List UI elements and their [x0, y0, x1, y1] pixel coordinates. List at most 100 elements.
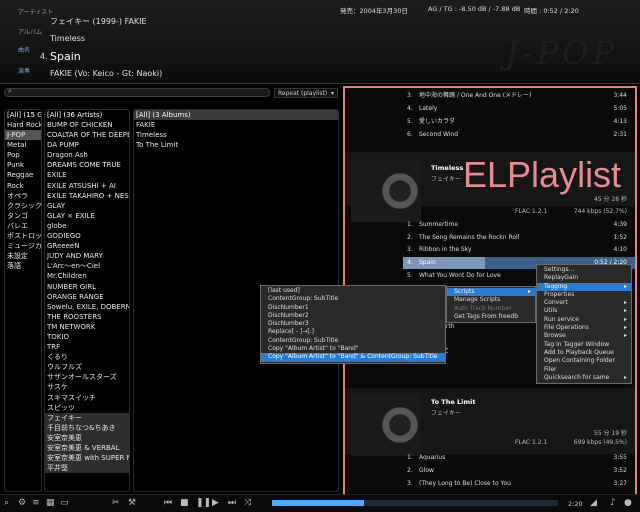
- list-item[interactable]: ORANGE RANGE: [45, 292, 129, 302]
- mute-icon[interactable]: ●: [624, 498, 632, 508]
- list-item[interactable]: DREAMS COME TRUE: [45, 160, 129, 170]
- context-menu[interactable]: Settings... ReplayGain Tagging ▸ Properties C…: [536, 264, 632, 385]
- menu-item-replaygain[interactable]: ReplayGain: [537, 274, 631, 282]
- menu-item-settings-[interactable]: Settings...: [537, 266, 631, 274]
- menu-item-script[interactable]: DiscNumber1: [261, 304, 445, 312]
- volume-icon[interactable]: ◢: [590, 498, 597, 508]
- list-item[interactable]: GODIEGO: [45, 231, 129, 241]
- window-icon[interactable]: ▦: [46, 498, 55, 508]
- playlist-row[interactable]: 3. Ribbon in the Sky 4:10: [345, 244, 635, 256]
- speaker-icon[interactable]: ♪: [610, 498, 616, 508]
- play-icon[interactable]: ▶: [212, 498, 219, 508]
- menu-item-script[interactable]: DiscNumber3: [261, 320, 445, 328]
- list-item[interactable]: GLAY: [45, 201, 129, 211]
- menu-item-tag-in-tagger-window[interactable]: Tag in Tagger Window: [537, 341, 631, 349]
- search-input[interactable]: ⌕: [4, 87, 270, 97]
- list-item[interactable]: EXILE TAKAHIRO + NESMITH: [45, 191, 129, 201]
- list-item[interactable]: Hard Rock: [5, 120, 41, 130]
- list-item[interactable]: J-POP: [5, 130, 41, 141]
- list-item[interactable]: 落語: [5, 261, 41, 271]
- menu-item-script[interactable]: ContentGroup: SubTitle: [261, 337, 445, 345]
- list-item[interactable]: スキマスイッチ: [45, 393, 129, 403]
- list-item[interactable]: Metal: [5, 140, 41, 150]
- menu-item-manage-scripts[interactable]: Manage Scripts: [447, 296, 535, 304]
- pause-icon[interactable]: ❚❚: [196, 498, 211, 508]
- list-item[interactable]: 安室奈美恵 & VERBAL: [45, 443, 129, 454]
- list-item[interactable]: TM NETWORK: [45, 322, 129, 332]
- list-item[interactable]: クラシック: [5, 201, 41, 211]
- menu-item-script[interactable]: Copy "Album Artist" to "Band" & ContentG…: [261, 353, 445, 362]
- repeat-mode-select[interactable]: Repeat (playlist) ▾: [274, 88, 338, 98]
- tools-icon[interactable]: ✂: [112, 498, 120, 508]
- list-item[interactable]: globe: [45, 221, 129, 231]
- list-item[interactable]: L'Arc〜en〜Ciel: [45, 261, 129, 271]
- list-item[interactable]: GReeeeN: [45, 241, 129, 251]
- menu-item-filer[interactable]: Filer: [537, 366, 631, 374]
- playlist-row[interactable]: 2. The Song Remains the Rockn Roll 1:52: [345, 232, 635, 244]
- tagging-submenu[interactable]: Scripts ▸ Manage Scripts Auto Track Numbe…: [446, 286, 536, 324]
- settings-icon[interactable]: ⚙: [18, 498, 26, 508]
- menu-item-freedb[interactable]: Get Tags From freedb: [447, 313, 535, 321]
- list-item[interactable]: Sowelu, EXILE, DOBERMAN: [45, 302, 129, 312]
- list-item[interactable]: NUMBER GIRL: [45, 282, 129, 292]
- playlist-row[interactable]: 1. Summertime 4:39: [345, 219, 635, 231]
- list-item[interactable]: EXILE ATSUSHI + AI: [45, 181, 129, 191]
- scripts-submenu[interactable]: [last used] ContentGroup: SubTitle DiscNum…: [260, 285, 446, 364]
- list-item[interactable]: 未設定: [5, 251, 41, 261]
- menu-item-scripts[interactable]: Scripts ▸: [447, 288, 535, 297]
- list-item[interactable]: サスケ: [45, 382, 129, 392]
- menu-item-tagging[interactable]: Tagging ▸: [537, 282, 631, 291]
- list-item[interactable]: スピッツ: [45, 403, 129, 413]
- options-icon[interactable]: ⚒: [128, 498, 136, 508]
- playlist-row[interactable]: 2. Glow 3:52: [345, 465, 635, 477]
- folder-icon[interactable]: ▭: [60, 498, 69, 508]
- list-item[interactable]: JUDY AND MARY: [45, 251, 129, 261]
- list-item[interactable]: ミュージカル: [5, 241, 41, 251]
- menu-item-open-containing-folder[interactable]: Open Containing Folder: [537, 357, 631, 365]
- list-item[interactable]: 千目前ちなつ&ちあき: [45, 422, 129, 433]
- stop-icon[interactable]: ■: [180, 498, 189, 508]
- playlist-row[interactable]: 4. Lately 5:05: [345, 103, 635, 115]
- playlist-row[interactable]: 5. 愛しいカラダ 4:13: [345, 116, 635, 128]
- list-item[interactable]: ポストロック: [5, 231, 41, 241]
- menu-item-utils[interactable]: Utils ▸: [537, 307, 631, 315]
- list-item[interactable]: TOKIO: [45, 332, 129, 342]
- seek-bar[interactable]: [272, 500, 558, 506]
- list-item[interactable]: GLAY × EXILE: [45, 211, 129, 221]
- menu-item-quicksearch-for-same[interactable]: Quicksearch for same ▸: [537, 374, 631, 382]
- list-item[interactable]: Punk: [5, 160, 41, 170]
- list-item[interactable]: Reggae: [5, 170, 41, 180]
- genre-all[interactable]: [All] (15 Genres): [5, 110, 41, 120]
- list-item[interactable]: 安室奈美恵 with SUPER MONKEY'S: [45, 453, 129, 464]
- list-item[interactable]: To The Limit: [134, 140, 338, 150]
- list-item[interactable]: Pop: [5, 150, 41, 160]
- menu-item-browse[interactable]: Browse ▸: [537, 332, 631, 340]
- menu-item-add-to-playback-queue[interactable]: Add to Playback Queue: [537, 349, 631, 357]
- menu-item-script[interactable]: [last used]: [261, 287, 445, 295]
- artist-all[interactable]: [All] (36 Artists): [45, 110, 129, 120]
- list-item[interactable]: 安室奈美恵: [45, 432, 129, 443]
- list-item[interactable]: Mr.Children: [45, 271, 129, 281]
- list-item[interactable]: くるり: [45, 352, 129, 362]
- menu-item-convert[interactable]: Convert ▸: [537, 299, 631, 307]
- list-item[interactable]: サザンオールスターズ: [45, 372, 129, 382]
- list-item[interactable]: EXILE: [45, 170, 129, 180]
- menu-item-script[interactable]: Replace[ - ]→[.]: [261, 328, 445, 336]
- list-icon[interactable]: ≡: [32, 498, 40, 508]
- list-item[interactable]: DA PUMP: [45, 140, 129, 150]
- list-item[interactable]: COALTAR OF THE DEEPERS: [45, 130, 129, 140]
- list-item[interactable]: ウルフルズ: [45, 362, 129, 372]
- shuffle-icon[interactable]: ⤨: [244, 498, 251, 508]
- list-item[interactable]: タンゴ: [5, 211, 41, 221]
- genre-list[interactable]: [All] (15 Genres) Hard RockJ-POPMetalPop…: [4, 109, 42, 492]
- next-icon[interactable]: ⏭: [228, 498, 236, 508]
- menu-item-run-service[interactable]: Run service ▸: [537, 316, 631, 324]
- menu-item-script[interactable]: Copy "Album Artist" to "Band": [261, 345, 445, 353]
- list-item[interactable]: オペラ: [5, 191, 41, 201]
- list-item[interactable]: Dragon Ash: [45, 150, 129, 160]
- prev-icon[interactable]: ⏮: [164, 498, 172, 508]
- list-item[interactable]: TRF: [45, 342, 129, 352]
- menu-item-script[interactable]: DiscNumber2: [261, 312, 445, 320]
- menu-item-file-operations[interactable]: File Operations ▸: [537, 324, 631, 332]
- list-item[interactable]: Rock: [5, 181, 41, 191]
